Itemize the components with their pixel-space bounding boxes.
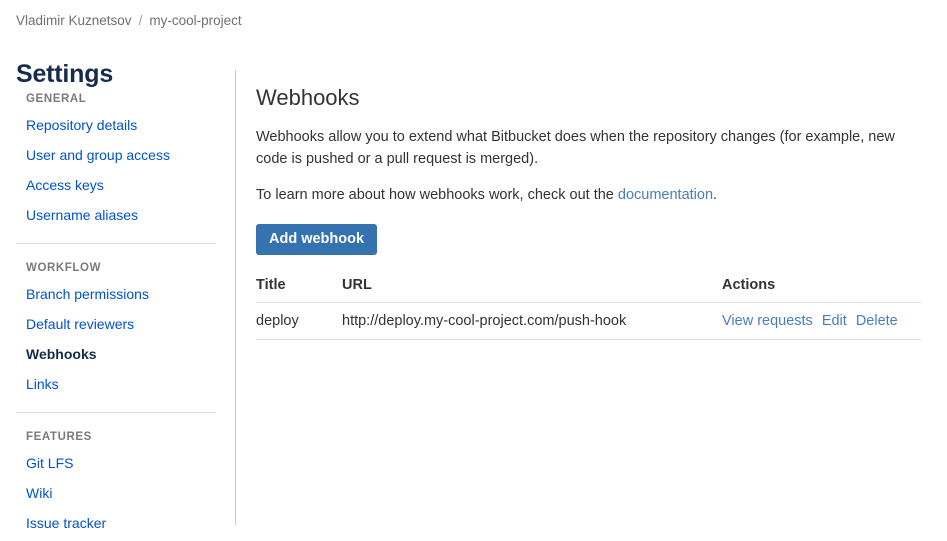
column-header-title: Title bbox=[256, 277, 342, 303]
table-row: deploy http://deploy.my-cool-project.com… bbox=[256, 302, 921, 340]
nav-heading-general: GENERAL bbox=[26, 93, 87, 105]
edit-link[interactable]: Edit bbox=[822, 313, 847, 329]
delete-link[interactable]: Delete bbox=[856, 313, 898, 329]
table-header-row: Title URL Actions bbox=[256, 277, 921, 303]
webhooks-table: Title URL Actions deploy http://deploy.m… bbox=[256, 277, 921, 340]
content-heading: Webhooks bbox=[256, 85, 360, 110]
page-title: Settings bbox=[16, 59, 114, 88]
nav-group-features: FEATURES Git LFS Wiki Issue tracker bbox=[0, 426, 235, 538]
cell-actions: View requests Edit Delete bbox=[722, 302, 921, 340]
sidebar-item-repository-details[interactable]: Repository details bbox=[0, 110, 235, 140]
breadcrumb-separator: / bbox=[138, 13, 143, 28]
cell-url: http://deploy.my-cool-project.com/push-h… bbox=[342, 302, 722, 340]
sidebar-item-username-aliases[interactable]: Username aliases bbox=[0, 200, 235, 230]
add-webhook-button[interactable]: Add webhook bbox=[256, 224, 378, 255]
nav-heading-workflow: WORKFLOW bbox=[26, 262, 102, 274]
sidebar-item-links[interactable]: Links bbox=[0, 369, 235, 399]
main-content: Webhooks Webhooks allow you to extend wh… bbox=[256, 84, 921, 340]
column-header-actions: Actions bbox=[722, 277, 921, 303]
documentation-link[interactable]: documentation bbox=[618, 187, 713, 203]
sidebar-item-git-lfs[interactable]: Git LFS bbox=[0, 448, 235, 478]
sidebar-content-divider bbox=[235, 70, 236, 525]
sidebar-item-branch-permissions[interactable]: Branch permissions bbox=[0, 279, 235, 309]
nav-group-workflow: WORKFLOW Branch permissions Default revi… bbox=[0, 257, 235, 399]
webhooks-documentation-line: To learn more about how webhooks work, c… bbox=[256, 184, 921, 206]
sidebar-divider-1 bbox=[16, 243, 216, 244]
sidebar-item-access-keys[interactable]: Access keys bbox=[0, 170, 235, 200]
breadcrumb-repo[interactable]: my-cool-project bbox=[149, 13, 241, 28]
cell-title: deploy bbox=[256, 302, 342, 340]
webhooks-table-body: deploy http://deploy.my-cool-project.com… bbox=[256, 302, 921, 340]
column-header-url: URL bbox=[342, 277, 722, 303]
webhooks-description: Webhooks allow you to extend what Bitbuc… bbox=[256, 129, 895, 167]
sidebar-item-user-and-group-access[interactable]: User and group access bbox=[0, 140, 235, 170]
documentation-line-prefix: To learn more about how webhooks work, c… bbox=[256, 187, 618, 203]
sidebar-item-wiki[interactable]: Wiki bbox=[0, 478, 235, 508]
documentation-line-suffix: . bbox=[713, 187, 718, 203]
breadcrumb: Vladimir Kuznetsov / my-cool-project bbox=[16, 12, 242, 30]
view-requests-link[interactable]: View requests bbox=[722, 313, 813, 329]
nav-heading-features: FEATURES bbox=[26, 431, 92, 443]
sidebar-item-webhooks[interactable]: Webhooks bbox=[0, 339, 235, 369]
sidebar-item-issue-tracker[interactable]: Issue tracker bbox=[0, 508, 235, 538]
sidebar-divider-2 bbox=[16, 412, 216, 413]
nav-group-general: GENERAL Repository details User and grou… bbox=[0, 88, 235, 230]
sidebar-item-default-reviewers[interactable]: Default reviewers bbox=[0, 309, 235, 339]
breadcrumb-owner[interactable]: Vladimir Kuznetsov bbox=[16, 13, 132, 28]
settings-sidebar: GENERAL Repository details User and grou… bbox=[0, 88, 235, 531]
webhooks-table-head: Title URL Actions bbox=[256, 277, 921, 303]
